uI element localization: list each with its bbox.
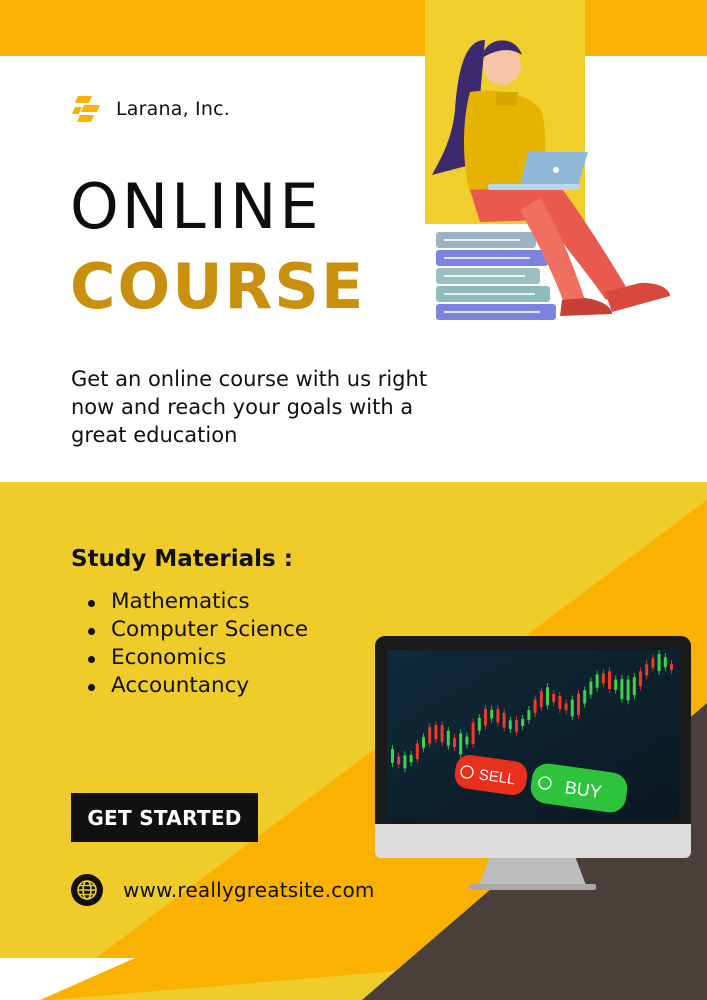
course-description: Get an online course with us right now a… bbox=[71, 367, 428, 447]
list-item-economics: Economics bbox=[86, 644, 308, 672]
trading-monitor-image: SELL BUY bbox=[375, 636, 691, 890]
list-item-computer-science: Computer Science bbox=[86, 616, 308, 644]
stacked-bars-logo-icon bbox=[72, 96, 100, 122]
hero-title-line2: COURSE bbox=[70, 250, 366, 323]
woman-on-books-illustration bbox=[432, 40, 670, 320]
website-link[interactable]: www.reallygreatsite.com bbox=[123, 878, 375, 902]
study-materials-list: Mathematics Computer Science Economics A… bbox=[86, 588, 308, 700]
list-item-accountancy: Accountancy bbox=[86, 672, 308, 700]
brand-name: Larana, Inc. bbox=[116, 98, 230, 120]
brand-header: Larana, Inc. bbox=[72, 96, 230, 122]
get-started-button[interactable]: GET STARTED bbox=[71, 793, 258, 842]
study-materials-title: Study Materials : bbox=[71, 546, 293, 572]
globe-icon bbox=[71, 874, 103, 906]
website-row: www.reallygreatsite.com bbox=[71, 874, 375, 906]
list-item-mathematics: Mathematics bbox=[86, 588, 308, 616]
hero-title-line1: ONLINE bbox=[70, 170, 322, 243]
